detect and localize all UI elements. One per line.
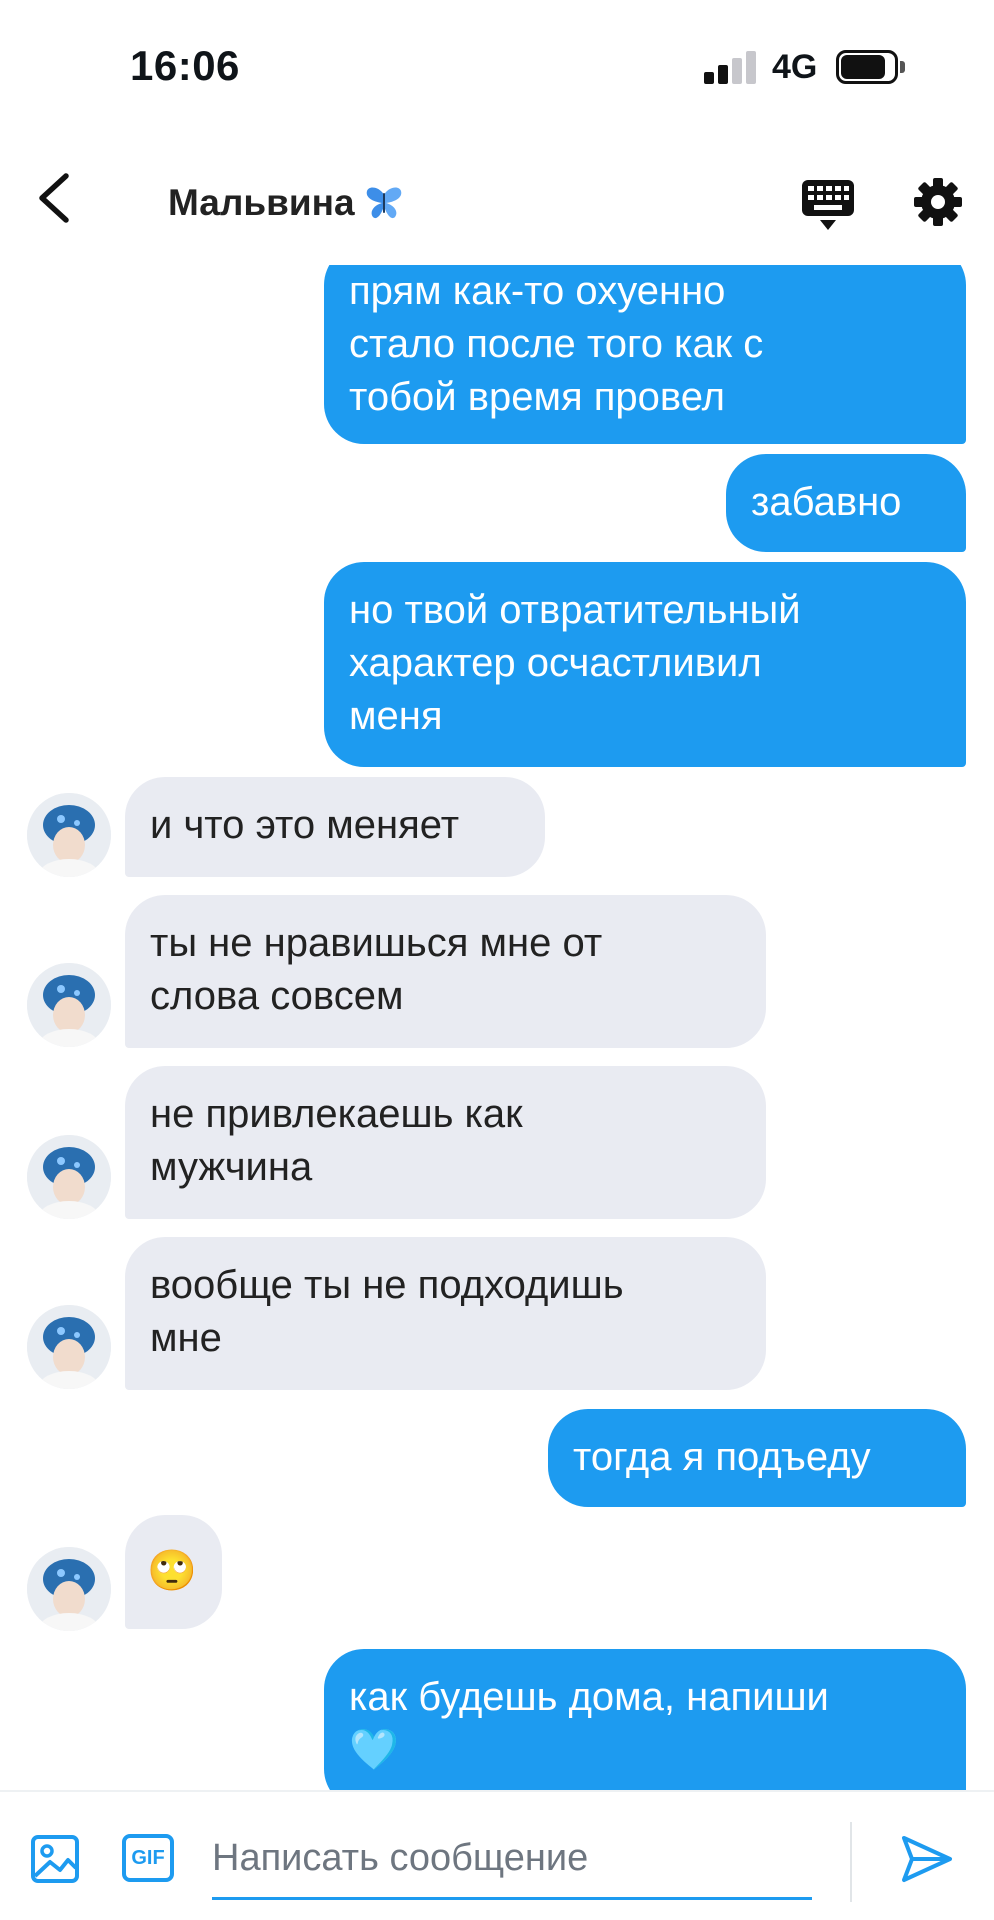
avatar[interactable] (27, 793, 111, 877)
message-text: 🙄 (147, 1549, 197, 1593)
avatar-photo-icon (27, 1305, 111, 1389)
image-icon (31, 1835, 79, 1883)
avatar[interactable] (27, 963, 111, 1047)
message-text: вообще ты не подходишь мне (150, 1263, 624, 1360)
message-text: не привлекаешь как мужчина (150, 1092, 523, 1189)
message-text: как будешь дома, напиши 🩵 (349, 1675, 829, 1772)
message-bubble-outgoing[interactable]: но твой отвратительный характер осчастли… (324, 562, 966, 767)
back-arrow-icon (39, 173, 69, 223)
butterfly-icon (366, 187, 401, 219)
message-text: тогда я подъеду (573, 1435, 871, 1479)
keyboard-button[interactable] (800, 178, 856, 232)
avatar[interactable] (27, 1135, 111, 1219)
message-text: прям как-то охуенно стало после того как… (349, 269, 764, 419)
avatar-photo-icon (27, 793, 111, 877)
message-bubble-incoming[interactable]: вообще ты не подходишь мне (125, 1237, 766, 1390)
status-bar: 16:06 4G (0, 0, 994, 140)
message-bubble-incoming[interactable]: ты не нравишься мне от слова совсем (125, 895, 766, 1048)
message-bubble-incoming[interactable]: и что это меняет (125, 777, 545, 877)
message-bubble-outgoing[interactable]: тогда я подъеду (548, 1409, 966, 1507)
conversation-title[interactable]: Мальвина (168, 182, 403, 224)
message-text: но твой отвратительный характер осчастли… (349, 588, 801, 738)
message-text: и что это меняет (150, 803, 460, 847)
conversation-header: Мальвина (0, 140, 994, 265)
message-text: забавно (751, 480, 902, 524)
conversation-name: Мальвина (168, 182, 355, 223)
avatar-photo-icon (27, 1135, 111, 1219)
divider (850, 1822, 852, 1902)
send-button[interactable] (900, 1832, 954, 1886)
back-button[interactable] (30, 168, 86, 228)
message-list[interactable]: прям как-то охуенно стало после того как… (0, 265, 994, 1790)
avatar-photo-icon (27, 1547, 111, 1631)
send-icon (902, 1836, 952, 1882)
settings-button[interactable] (912, 176, 964, 228)
message-bubble-outgoing[interactable]: забавно (726, 454, 966, 552)
message-bubble-incoming[interactable]: 🙄 (125, 1515, 222, 1629)
message-text: ты не нравишься мне от слова совсем (150, 921, 603, 1018)
message-composer: GIF (0, 1790, 994, 1920)
status-time: 16:06 (130, 42, 240, 89)
message-bubble-outgoing[interactable]: прям как-то охуенно стало после того как… (324, 265, 966, 444)
avatar[interactable] (27, 1305, 111, 1389)
attach-image-button[interactable] (30, 1834, 80, 1884)
cellular-signal-icon (704, 50, 756, 84)
avatar[interactable] (27, 1547, 111, 1631)
keyboard-icon (802, 180, 854, 230)
avatar-photo-icon (27, 963, 111, 1047)
message-bubble-outgoing[interactable]: как будешь дома, напиши 🩵 (324, 1649, 966, 1790)
battery-icon (836, 50, 906, 84)
gif-button[interactable]: GIF (122, 1834, 174, 1882)
network-type: 4G (772, 48, 818, 86)
message-input[interactable] (212, 1820, 812, 1900)
message-bubble-incoming[interactable]: не привлекаешь как мужчина (125, 1066, 766, 1219)
gear-icon (914, 178, 962, 226)
